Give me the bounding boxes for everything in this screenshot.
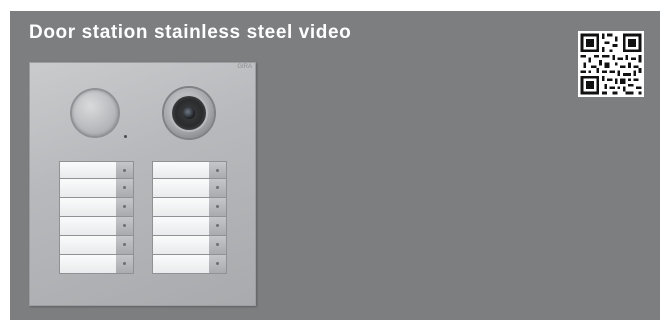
bell-push-button bbox=[152, 255, 227, 274]
camera-ring bbox=[172, 96, 206, 130]
camera-lens-icon bbox=[183, 107, 195, 119]
bell-button-column-right bbox=[152, 161, 227, 274]
bell-push-button bbox=[59, 217, 134, 236]
bell-name-plate bbox=[153, 198, 210, 216]
bell-name-plate bbox=[60, 198, 117, 216]
bell-push-key bbox=[209, 179, 226, 197]
bell-push-button bbox=[59, 179, 134, 198]
bell-name-plate bbox=[153, 162, 210, 178]
bell-push-key bbox=[209, 255, 226, 273]
bell-name-plate bbox=[153, 236, 210, 254]
qr-code-icon bbox=[578, 31, 644, 97]
bell-name-plate bbox=[60, 162, 117, 178]
bell-button-column-left bbox=[59, 161, 134, 274]
bell-push-key bbox=[116, 236, 133, 254]
speaker-grille-icon bbox=[72, 90, 118, 136]
bell-push-key bbox=[209, 162, 226, 178]
door-station-plate: GIRA bbox=[29, 62, 256, 306]
bell-push-key bbox=[116, 198, 133, 216]
bell-name-plate bbox=[153, 217, 210, 235]
brand-mark: GIRA bbox=[237, 64, 252, 70]
video-camera-icon bbox=[164, 88, 214, 138]
bell-push-button bbox=[59, 255, 134, 274]
bell-name-plate bbox=[60, 179, 117, 197]
product-title: Door station stainless steel video bbox=[29, 22, 352, 43]
bell-name-plate bbox=[60, 236, 117, 254]
bell-name-plate bbox=[60, 255, 117, 273]
bell-push-button bbox=[59, 198, 134, 217]
bell-name-plate bbox=[153, 179, 210, 197]
bell-push-button bbox=[152, 198, 227, 217]
microphone-icon bbox=[124, 135, 127, 138]
bell-push-key bbox=[209, 198, 226, 216]
bell-push-button bbox=[152, 236, 227, 255]
bell-push-button bbox=[152, 179, 227, 198]
bell-push-key bbox=[116, 179, 133, 197]
bell-push-button bbox=[59, 236, 134, 255]
bell-push-button bbox=[59, 161, 134, 179]
bell-push-button bbox=[152, 217, 227, 236]
bell-push-key bbox=[116, 217, 133, 235]
bell-name-plate bbox=[153, 255, 210, 273]
bell-push-key bbox=[116, 255, 133, 273]
bell-push-key bbox=[116, 162, 133, 178]
bell-push-key bbox=[209, 236, 226, 254]
bell-name-plate bbox=[60, 217, 117, 235]
bell-push-button bbox=[152, 161, 227, 179]
bell-push-key bbox=[209, 217, 226, 235]
